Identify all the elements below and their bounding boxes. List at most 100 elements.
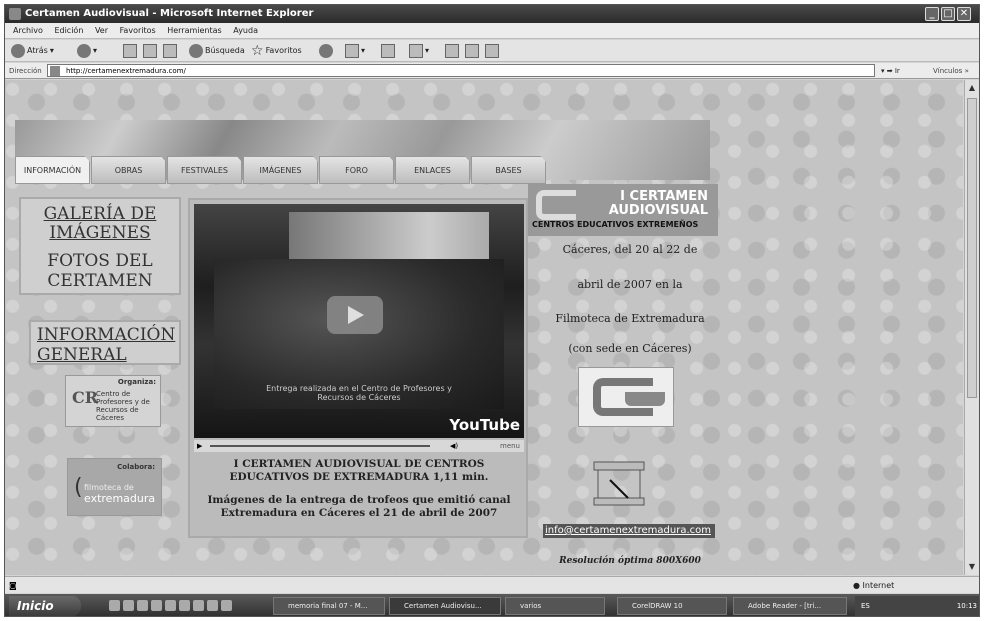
toolbar: Atrás ▾ ▾ Búsqueda ☆ Favoritos ▾ ▾: [5, 40, 979, 62]
menu-ver[interactable]: Ver: [95, 26, 108, 35]
tab-imagenes[interactable]: IMÁGENES: [243, 156, 318, 184]
tab-bases[interactable]: BASES: [471, 156, 546, 184]
tab-festivales[interactable]: FESTIVALES: [167, 156, 242, 184]
edit-button[interactable]: ▾: [409, 43, 429, 59]
page-status-icon: ◙: [9, 581, 17, 590]
edit-icon: [409, 44, 423, 58]
forward-arrow-icon: [77, 44, 91, 58]
task-certamen[interactable]: Certamen Audiovisu...: [389, 597, 501, 615]
quicklaunch-icon-8[interactable]: [207, 600, 218, 611]
quicklaunch-icon-4[interactable]: [151, 600, 162, 611]
task-varios[interactable]: varios: [505, 597, 605, 615]
mail-button[interactable]: ▾: [345, 43, 365, 59]
print-button[interactable]: [381, 43, 395, 59]
search-icon: [189, 44, 203, 58]
play-icon[interactable]: [327, 296, 383, 334]
language-indicator[interactable]: ES: [861, 602, 870, 610]
back-button[interactable]: Atrás ▾: [11, 43, 54, 59]
event-venue-line-2: (con sede en Cáceres): [568, 342, 692, 355]
quicklaunch-icon-1[interactable]: [109, 600, 120, 611]
search-button[interactable]: Búsqueda: [189, 43, 245, 59]
event-dates-line-2: abril de 2007 en la: [577, 278, 683, 291]
page-icon: [50, 66, 60, 76]
tab-foro[interactable]: FORO: [319, 156, 394, 184]
small-play-icon[interactable]: ▶: [197, 440, 202, 452]
scroll-thumb[interactable]: [967, 98, 977, 398]
resolution-note: Resolución óptima 800X600: [559, 556, 701, 566]
clock: 10:13: [956, 602, 977, 610]
favorites-button[interactable]: ☆ Favoritos: [251, 43, 302, 59]
menu-ayuda[interactable]: Ayuda: [233, 26, 258, 35]
research-button[interactable]: [465, 43, 479, 59]
ie-icon: [9, 8, 21, 20]
info-link-2[interactable]: GENERAL: [37, 345, 179, 365]
quicklaunch-icon-6[interactable]: [179, 600, 190, 611]
task-coreldraw[interactable]: CorelDRAW 10: [617, 597, 727, 615]
address-url: http://certamenextremadura.com/: [66, 67, 186, 75]
history-button[interactable]: [319, 43, 333, 59]
stop-button[interactable]: [123, 43, 137, 59]
quicklaunch-icon-5[interactable]: [165, 600, 176, 611]
scroll-up-icon[interactable]: ▲: [967, 82, 977, 94]
discuss-button[interactable]: [445, 43, 459, 59]
seek-bar[interactable]: [210, 445, 430, 447]
video-projection-screen: [289, 212, 489, 262]
close-button[interactable]: ✕: [957, 7, 971, 21]
links-button[interactable]: Vínculos »: [933, 63, 969, 79]
task-memoria[interactable]: memoria final 07 - M...: [273, 597, 385, 615]
home-button[interactable]: [163, 43, 177, 59]
tab-enlaces[interactable]: ENLACES: [395, 156, 470, 184]
tab-obras[interactable]: OBRAS: [91, 156, 166, 184]
film-bracket-icon: (: [74, 475, 83, 500]
menu-favoritos[interactable]: Favoritos: [120, 26, 156, 35]
system-tray: ES 10:13: [855, 596, 979, 616]
menu-edicion[interactable]: Edición: [54, 26, 83, 35]
forward-button[interactable]: ▾: [77, 43, 97, 59]
mail-icon: [345, 44, 359, 58]
quicklaunch-icon-9[interactable]: [221, 600, 232, 611]
start-button[interactable]: Inicio: [9, 596, 81, 616]
info-box: INFORMACIÓN GENERAL: [29, 320, 181, 365]
email-link[interactable]: info@certamenextremadura.com: [543, 524, 715, 538]
address-bar: Dirección http://certamenextremadura.com…: [5, 63, 979, 79]
caption-title: I CERTAMEN AUDIOVISUAL DE CENTROS EDUCAT…: [229, 458, 489, 483]
youtube-logo[interactable]: YouTube: [449, 416, 520, 434]
go-button[interactable]: ▾ ➡ Ir: [881, 63, 900, 79]
stop-icon: [123, 44, 137, 58]
video-menu-button[interactable]: menu: [500, 440, 520, 452]
task-adobe-reader[interactable]: Adobe Reader - [tri...: [733, 597, 847, 615]
quicklaunch-icon-3[interactable]: [137, 600, 148, 611]
site-nav-tabs: INFORMACIÓN OBRAS FESTIVALES IMÁGENES FO…: [15, 156, 547, 184]
info-link-1[interactable]: INFORMACIÓN: [37, 325, 179, 345]
vertical-scrollbar[interactable]: ▲ ▼: [964, 80, 979, 575]
gallery-link-2[interactable]: IMÁGENES: [21, 224, 179, 243]
minimize-button[interactable]: _: [925, 7, 939, 21]
zone-indicator: ● Internet: [853, 581, 895, 590]
quicklaunch-icon-7[interactable]: [193, 600, 204, 611]
tab-informacion[interactable]: INFORMACIÓN: [15, 156, 90, 184]
refresh-button[interactable]: [143, 43, 157, 59]
video-caption: I CERTAMEN AUDIOVISUAL DE CENTROS EDUCAT…: [194, 458, 524, 520]
address-input[interactable]: http://certamenextremadura.com/: [47, 64, 875, 77]
star-icon: ☆: [251, 43, 264, 59]
title-bar[interactable]: Certamen Audiovisual - Microsoft Interne…: [5, 5, 979, 23]
maximize-button[interactable]: □: [941, 7, 955, 21]
scroll-down-icon[interactable]: ▼: [967, 561, 977, 573]
messenger-button[interactable]: [485, 43, 499, 59]
menu-archivo[interactable]: Archivo: [13, 26, 43, 35]
filmoteca-logo[interactable]: Colabora: ( filmoteca de extremadura: [67, 458, 162, 516]
event-dates-line-1: Cáceres, del 20 al 22 de: [562, 243, 698, 256]
messenger-icon: [485, 44, 499, 58]
address-label: Dirección: [9, 67, 42, 75]
gallery-link-1[interactable]: GALERÍA DE: [21, 205, 179, 224]
page-content: INFORMACIÓN OBRAS FESTIVALES IMÁGENES FO…: [5, 80, 963, 575]
cr-mark-icon: CR: [72, 388, 99, 407]
volume-icon[interactable]: ◀): [450, 440, 458, 452]
cpr-caceres-logo[interactable]: Organiza: CR Centro de Profesores y de R…: [65, 375, 161, 427]
video-box: Entrega realizada en el Centro de Profes…: [188, 198, 528, 538]
browser-window: Certamen Audiovisual - Microsoft Interne…: [4, 4, 980, 617]
menu-herramientas[interactable]: Herramientas: [167, 26, 222, 35]
video-player[interactable]: Entrega realizada en el Centro de Profes…: [194, 204, 524, 438]
quicklaunch-icon-2[interactable]: [123, 600, 134, 611]
window-title: Certamen Audiovisual - Microsoft Interne…: [25, 8, 314, 19]
